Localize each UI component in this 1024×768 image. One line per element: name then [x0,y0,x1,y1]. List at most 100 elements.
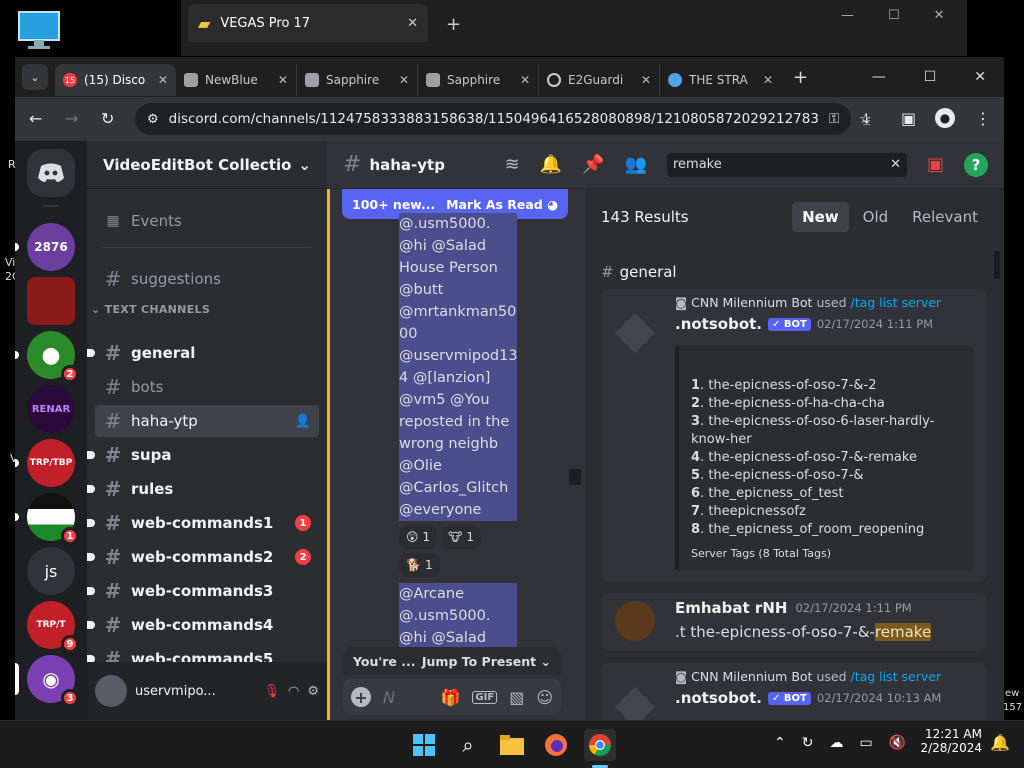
mention-text[interactable]: @hi @Salad [399,235,517,257]
tab-sapphire-1[interactable]: Sapphire ✕ [297,64,418,96]
sync-icon[interactable]: ↻ [802,735,814,751]
gif-icon[interactable]: GIF [472,690,498,704]
mention-text[interactable]: @mrtankman50 [399,301,517,323]
minimize-icon[interactable]: — [841,8,854,23]
author-name[interactable]: .notsobot. [675,689,762,707]
channel-supa[interactable]: # supa [87,439,319,471]
threads-icon[interactable]: ≋ [505,154,520,175]
mention-text[interactable]: @.usm5000. [399,605,517,627]
close-icon[interactable]: ✕ [278,73,288,87]
gear-icon[interactable]: ⚙ [307,684,319,699]
key-icon[interactable]: ⚿ [829,111,839,127]
mention-text[interactable]: 4 @[lanzion] [399,367,517,389]
tab-search-button[interactable]: ⌄ [15,64,55,90]
close-icon[interactable]: ✕ [974,69,986,85]
close-icon[interactable]: ✕ [407,16,418,31]
mention-text[interactable]: @uservmipod13 [399,345,518,367]
reaction[interactable]: 😲 1 [399,525,438,549]
gift-icon[interactable]: 🎁 [441,688,461,707]
close-icon[interactable]: ✕ [934,8,945,23]
file-explorer-icon[interactable] [496,729,528,761]
server-icon[interactable]: js [27,547,75,595]
maximize-icon[interactable]: ☐ [888,8,900,23]
channel-rules[interactable]: # rules [87,473,319,505]
notification-bell-icon[interactable]: 🔔 [990,733,1010,752]
maximize-icon[interactable]: ☐ [924,69,937,85]
avatar[interactable] [615,687,655,720]
mention-text[interactable]: 00 [399,323,517,345]
mention-text[interactable]: @butt [399,279,517,301]
discord-home-icon[interactable] [27,149,75,197]
server-icon[interactable]: ◉ 3 [15,655,79,707]
tab-sapphire-2[interactable]: Sapphire ✕ [418,64,539,96]
address-bar[interactable]: ⚙ discord.com/channels/11247583338831586… [135,103,871,135]
server-icon[interactable]: ● 2 [15,331,79,383]
sort-new-button[interactable]: New [792,202,849,232]
mention-text[interactable]: wrong neighb [399,433,517,455]
mention-text[interactable]: @Arcane [399,583,517,605]
mention-text[interactable]: @.usm5000. [399,213,517,235]
channel-web-commands3[interactable]: # web-commands3 [87,575,319,607]
reaction[interactable]: 🐮 1 [441,525,481,549]
avatar[interactable] [95,675,127,707]
category-text-channels[interactable]: ⌄ TEXT CHANNELS [91,303,210,316]
avatar[interactable] [615,601,655,641]
jump-to-present-button[interactable]: Jump To Present ⌄ [422,654,551,669]
minimize-icon[interactable]: — [872,69,886,85]
mention-text[interactable]: reposted in the [399,411,517,433]
side-panel-icon[interactable]: ▣ [901,109,916,128]
close-icon[interactable]: ✕ [399,73,409,87]
this-pc-icon[interactable] [18,10,60,49]
tab-e2guardian[interactable]: E2Guardi ✕ [539,64,660,96]
mention-text[interactable]: House Person [399,257,517,279]
tab-newblue[interactable]: NewBlue ✕ [176,64,297,96]
new-tab-button[interactable]: + [793,67,808,88]
mention-text[interactable]: @Carlos_Glitch [399,477,517,499]
mic-muted-icon[interactable]: 🎙 [263,684,280,699]
close-icon[interactable]: ✕ [641,73,651,87]
new-tab-button[interactable]: + [446,14,461,35]
avatar[interactable] [615,313,655,353]
close-icon[interactable]: ✕ [520,73,530,87]
channel-web-commands1[interactable]: # web-commands1 1 [87,507,319,539]
windows-start-icon[interactable] [408,729,440,761]
download-icon[interactable]: ⤓ [863,109,870,129]
add-member-icon[interactable]: 👤 [295,414,311,429]
server-icon[interactable]: TRP/T 9 [27,601,79,653]
clear-icon[interactable]: ✕ [890,157,901,172]
scrollbar-thumb[interactable] [994,251,1000,279]
channel-general[interactable]: # general [87,337,319,369]
forward-icon[interactable]: → [65,109,78,128]
vegas-tab[interactable]: ▰ VEGAS Pro 17 ✕ [188,4,428,42]
emoji-icon[interactable]: ☺ [536,688,553,707]
channel-web-commands4[interactable]: # web-commands4 [87,609,319,641]
cloud-off-icon[interactable]: ☁ [829,735,843,751]
message-composer[interactable]: + N 🎁 GIF ▧ ☺ [343,679,561,715]
search-result[interactable]: ◙ CNN Milennium Bot used /tag list serve… [601,289,987,581]
chevron-up-icon[interactable]: ⌃ [774,735,786,751]
channel-bots[interactable]: # bots [95,371,319,403]
help-icon[interactable]: ? [964,152,988,177]
reload-icon[interactable]: ↻ [101,109,114,128]
close-icon[interactable]: ✕ [763,73,773,87]
server-header[interactable]: VideoEditBot Collection 1.0 ⌄ [87,141,327,189]
firefox-icon[interactable] [540,729,572,761]
channel-haha-ytp[interactable]: # haha-ytp 👤 [95,405,319,437]
chrome-icon[interactable] [584,729,616,761]
mention-text[interactable]: @Olie [399,455,517,477]
server-icon[interactable]: 2876 [15,223,75,271]
mention-text[interactable]: @everyone [399,499,517,521]
pin-icon[interactable]: 📌 [582,154,604,175]
profile-avatar-icon[interactable]: ● [935,108,955,128]
tab-discord[interactable]: 15 (15) Disco ✕ [55,64,176,96]
tab-the-stra[interactable]: THE STRA ✕ [660,64,781,96]
jump-to-present-bar[interactable]: You're ... Jump To Present ⌄ [343,647,561,675]
channel-web-commands2[interactable]: # web-commands2 2 [87,541,319,573]
sort-old-button[interactable]: Old [853,202,899,232]
events-item[interactable]: ▦ Events [95,205,319,237]
server-icon[interactable]: 1 [15,493,79,545]
monitor-icon[interactable]: ▭ [859,735,872,751]
bell-icon[interactable]: 🔔 [540,154,562,175]
mention-text[interactable]: @hi @Salad [399,627,517,649]
headphones-icon[interactable]: ◠ [288,684,299,699]
